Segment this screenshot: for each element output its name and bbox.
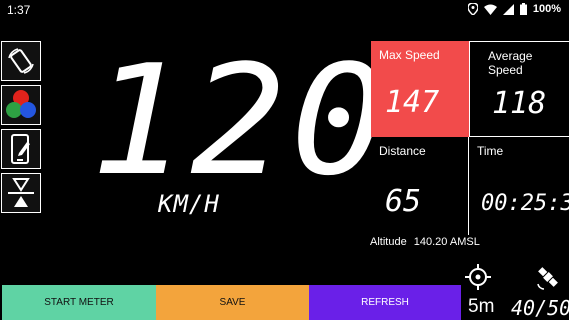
altitude-readout: Altitude 140.20 AMSL xyxy=(370,236,480,248)
altitude-value: 140.20 AMSL xyxy=(413,236,480,248)
max-speed-label: Max Speed xyxy=(379,48,440,62)
satellite-icon xyxy=(537,267,558,290)
rotate-screen-button[interactable] xyxy=(1,41,41,81)
location-icon xyxy=(467,3,478,15)
rgb-colors-icon xyxy=(6,90,36,118)
distance-panel: Distance 65 xyxy=(371,137,469,235)
phone-edit-icon xyxy=(11,134,30,164)
rotate-screen-icon xyxy=(8,48,34,74)
gps-accuracy: 5m xyxy=(468,296,495,317)
max-speed-value: 147 xyxy=(385,85,440,120)
status-bar: 1:37 100% xyxy=(0,0,569,22)
average-speed-label: Average Speed xyxy=(488,49,533,77)
display-mode-button[interactable] xyxy=(1,129,41,169)
start-meter-button[interactable]: START METER xyxy=(2,285,156,320)
color-theme-button[interactable] xyxy=(1,85,41,125)
mirror-flip-icon xyxy=(8,178,34,207)
refresh-button[interactable]: REFRESH xyxy=(309,285,461,320)
gps-crosshair-icon xyxy=(465,264,491,290)
distance-value: 65 xyxy=(385,184,422,219)
battery-icon xyxy=(519,3,527,15)
distance-label: Distance xyxy=(379,144,426,158)
speed-value: 120 xyxy=(90,32,391,209)
mirror-flip-button[interactable] xyxy=(1,173,41,213)
max-speed-panel: Max Speed 147 xyxy=(371,41,469,137)
average-speed-panel: Average Speed 118 xyxy=(469,41,569,137)
wifi-icon xyxy=(483,4,497,15)
speed-unit: KM/H xyxy=(158,190,220,218)
battery-percent: 100% xyxy=(532,3,561,15)
time-label: Time xyxy=(477,144,504,158)
average-speed-value: 118 xyxy=(492,86,547,121)
altitude-label: Altitude xyxy=(370,236,407,248)
time-value: 00:25:3 xyxy=(481,191,569,216)
save-button[interactable]: SAVE xyxy=(156,285,309,320)
satellite-count: 40/50 xyxy=(511,296,569,320)
signal-icon xyxy=(502,3,514,15)
status-icons: 100% xyxy=(467,3,561,15)
status-time: 1:37 xyxy=(7,3,31,17)
time-panel: Time 00:25:3 xyxy=(469,137,569,235)
